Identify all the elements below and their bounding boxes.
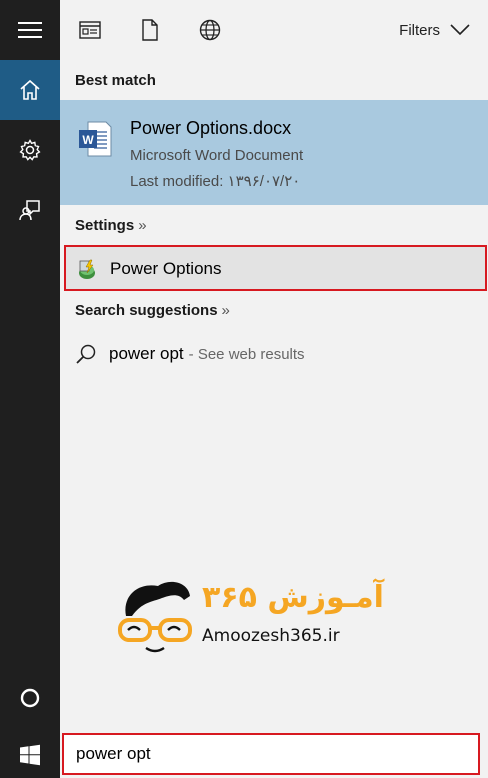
document-icon[interactable] — [138, 18, 162, 42]
best-match-subtitle: Microsoft Word Document — [130, 147, 304, 164]
globe-icon[interactable] — [198, 18, 222, 42]
filter-bar: Filters — [60, 0, 488, 60]
watermark-logo: آمـوزش ۳۶۵ Amoozesh365.ir — [118, 576, 418, 666]
chevron-down-icon — [450, 24, 470, 36]
suggestion-query: power opt — [109, 344, 184, 363]
power-options-label: Power Options — [110, 259, 222, 278]
search-suggestions-heading[interactable]: Search suggestions» — [75, 302, 230, 319]
power-options-icon — [75, 257, 99, 286]
best-match-title: Power Options.docx — [130, 118, 292, 138]
suggestion-suffix: - See web results — [188, 345, 305, 363]
watermark-site-text: Amoozesh365.ir — [202, 626, 340, 646]
cortana-circle-icon[interactable] — [0, 668, 60, 728]
power-options-setting[interactable]: Power Options — [64, 245, 487, 291]
feedback-icon[interactable] — [0, 180, 60, 240]
web-suggestion-item[interactable]: power opt - See web results — [75, 342, 305, 366]
search-icon — [76, 344, 96, 364]
windows-logo-icon[interactable] — [0, 732, 60, 778]
best-match-heading: Best match — [75, 72, 156, 89]
hamburger-icon[interactable] — [0, 0, 60, 60]
word-document-icon: W — [78, 120, 112, 163]
svg-text:W: W — [82, 133, 94, 147]
search-bar — [60, 732, 488, 778]
best-match-item[interactable]: W Power Options.docx Microsoft Word Docu… — [60, 100, 488, 205]
gear-icon[interactable] — [0, 120, 60, 180]
filters-label: Filters — [399, 21, 440, 39]
filters-dropdown[interactable]: Filters — [399, 0, 470, 60]
watermark-persian-text: آمـوزش ۳۶۵ — [202, 580, 384, 615]
settings-heading[interactable]: Settings» — [75, 217, 147, 234]
best-match-modified: Last modified: ۱۳۹۶/۰۷/۲۰ — [130, 173, 301, 190]
home-icon[interactable] — [0, 60, 60, 120]
left-rail — [0, 0, 60, 778]
search-input[interactable] — [62, 733, 480, 775]
apps-icon[interactable] — [78, 18, 102, 42]
cartoon-face-logo — [118, 581, 192, 653]
